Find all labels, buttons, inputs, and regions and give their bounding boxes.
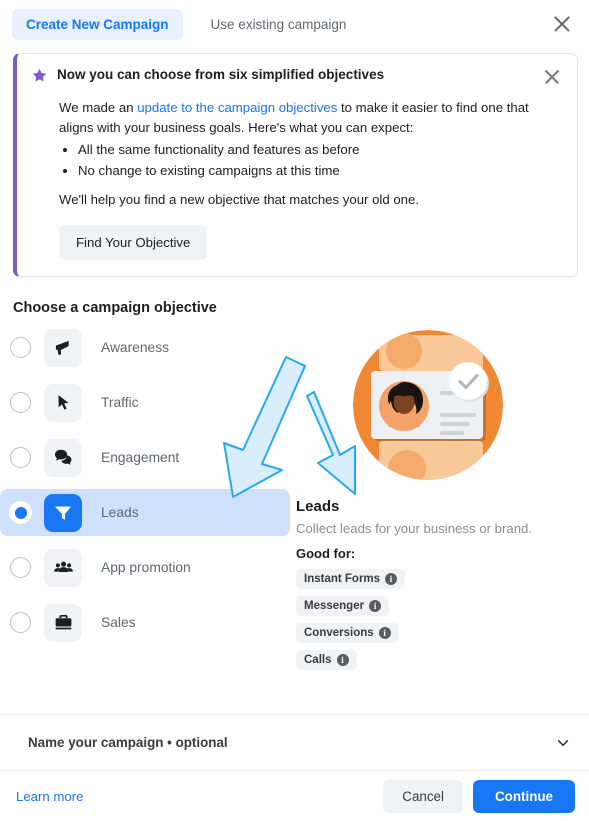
objectives-notice-card: Now you can choose from six simplified o…	[13, 53, 578, 278]
objective-row-app-promotion[interactable]: App promotion	[0, 544, 290, 591]
campaign-objectives-link[interactable]: update to the campaign objectives	[137, 100, 337, 115]
list-item: No change to existing campaigns at this …	[78, 161, 563, 181]
detail-description: Collect leads for your business or brand…	[296, 521, 533, 537]
close-icon[interactable]	[549, 11, 575, 37]
chip-conversions[interactable]: Conversions i	[296, 623, 399, 644]
notice-header: Now you can choose from six simplified o…	[31, 66, 563, 89]
good-for-label: Good for:	[296, 546, 356, 562]
objective-label: App promotion	[101, 560, 191, 576]
cancel-button[interactable]: Cancel	[383, 779, 463, 813]
briefcase-icon	[44, 603, 82, 642]
people-icon	[44, 548, 82, 587]
good-for-chip-list: Instant Forms i Messenger i Conversions i C…	[296, 569, 577, 677]
funnel-icon	[44, 493, 82, 532]
chip-label: Conversions	[304, 627, 374, 640]
chip-instant-forms[interactable]: Instant Forms i	[296, 569, 406, 590]
notice-closing-text: We'll help you find a new objective that…	[59, 192, 420, 208]
objective-row-sales[interactable]: Sales	[0, 599, 290, 646]
megaphone-icon	[44, 328, 82, 367]
tab-create-new-campaign[interactable]: Create New Campaign	[12, 8, 183, 40]
dialog-footer: Learn more Cancel Continue	[0, 770, 589, 821]
choose-objective-heading: Choose a campaign objective	[13, 300, 217, 317]
radio-traffic[interactable]	[10, 392, 31, 414]
name-your-campaign-label: Name your campaign • optional	[28, 735, 228, 750]
objective-detail-panel: Leads Collect leads for your business or…	[290, 324, 577, 677]
info-icon[interactable]: i	[369, 600, 382, 613]
info-icon[interactable]: i	[378, 627, 391, 640]
chat-bubbles-icon	[44, 438, 82, 477]
objective-selection-area: Awareness Traffic Engagement Leads App p…	[0, 324, 589, 677]
chip-label: Calls	[304, 654, 332, 667]
tab-use-existing-campaign[interactable]: Use existing campaign	[197, 9, 361, 40]
find-your-objective-button[interactable]: Find Your Objective	[59, 225, 208, 261]
notice-paragraph-prefix: We made an	[59, 100, 138, 115]
star-icon	[31, 67, 48, 89]
radio-engagement[interactable]	[10, 447, 31, 469]
radio-sales[interactable]	[10, 612, 31, 634]
detail-title: Leads	[296, 498, 340, 516]
info-icon[interactable]: i	[336, 654, 349, 667]
objective-label: Sales	[101, 615, 136, 631]
objective-row-awareness[interactable]: Awareness	[0, 324, 290, 371]
learn-more-link[interactable]: Learn more	[16, 789, 83, 804]
objective-label: Traffic	[101, 395, 139, 411]
chevron-down-icon[interactable]	[555, 735, 571, 751]
objective-row-leads[interactable]: Leads	[0, 489, 290, 537]
radio-awareness[interactable]	[10, 337, 31, 359]
objective-list: Awareness Traffic Engagement Leads App p…	[0, 324, 290, 677]
objective-label: Leads	[101, 505, 139, 521]
chip-calls[interactable]: Calls i	[296, 650, 357, 671]
info-icon[interactable]: i	[385, 573, 398, 586]
notice-paragraph: We made an update to the campaign object…	[59, 98, 563, 138]
chip-label: Messenger	[304, 600, 365, 613]
notice-title: Now you can choose from six simplified o…	[57, 67, 385, 82]
footer-buttons: Cancel Continue	[383, 779, 575, 813]
tab-create-new-campaign-label: Create New Campaign	[26, 16, 169, 32]
lead-card-illustration	[352, 329, 577, 486]
chip-label: Instant Forms	[304, 573, 381, 586]
notice-close-icon[interactable]	[541, 66, 563, 88]
objective-row-engagement[interactable]: Engagement	[0, 434, 290, 481]
chip-messenger[interactable]: Messenger i	[296, 596, 390, 617]
tab-use-existing-campaign-label: Use existing campaign	[210, 16, 347, 32]
name-your-campaign-section[interactable]: Name your campaign • optional	[0, 714, 589, 770]
notice-bullet-list: All the same functionality and features …	[59, 140, 563, 181]
cursor-icon	[44, 383, 82, 422]
continue-button[interactable]: Continue	[472, 779, 575, 813]
radio-app-promotion[interactable]	[10, 557, 31, 579]
notice-body: We made an update to the campaign object…	[59, 98, 563, 261]
objective-label: Engagement	[101, 450, 180, 466]
objective-label: Awareness	[101, 340, 170, 356]
dialog-tab-bar: Create New Campaign Use existing campaig…	[0, 0, 589, 48]
list-item: All the same functionality and features …	[78, 140, 563, 160]
radio-leads[interactable]	[10, 502, 31, 524]
objective-row-traffic[interactable]: Traffic	[0, 379, 290, 426]
